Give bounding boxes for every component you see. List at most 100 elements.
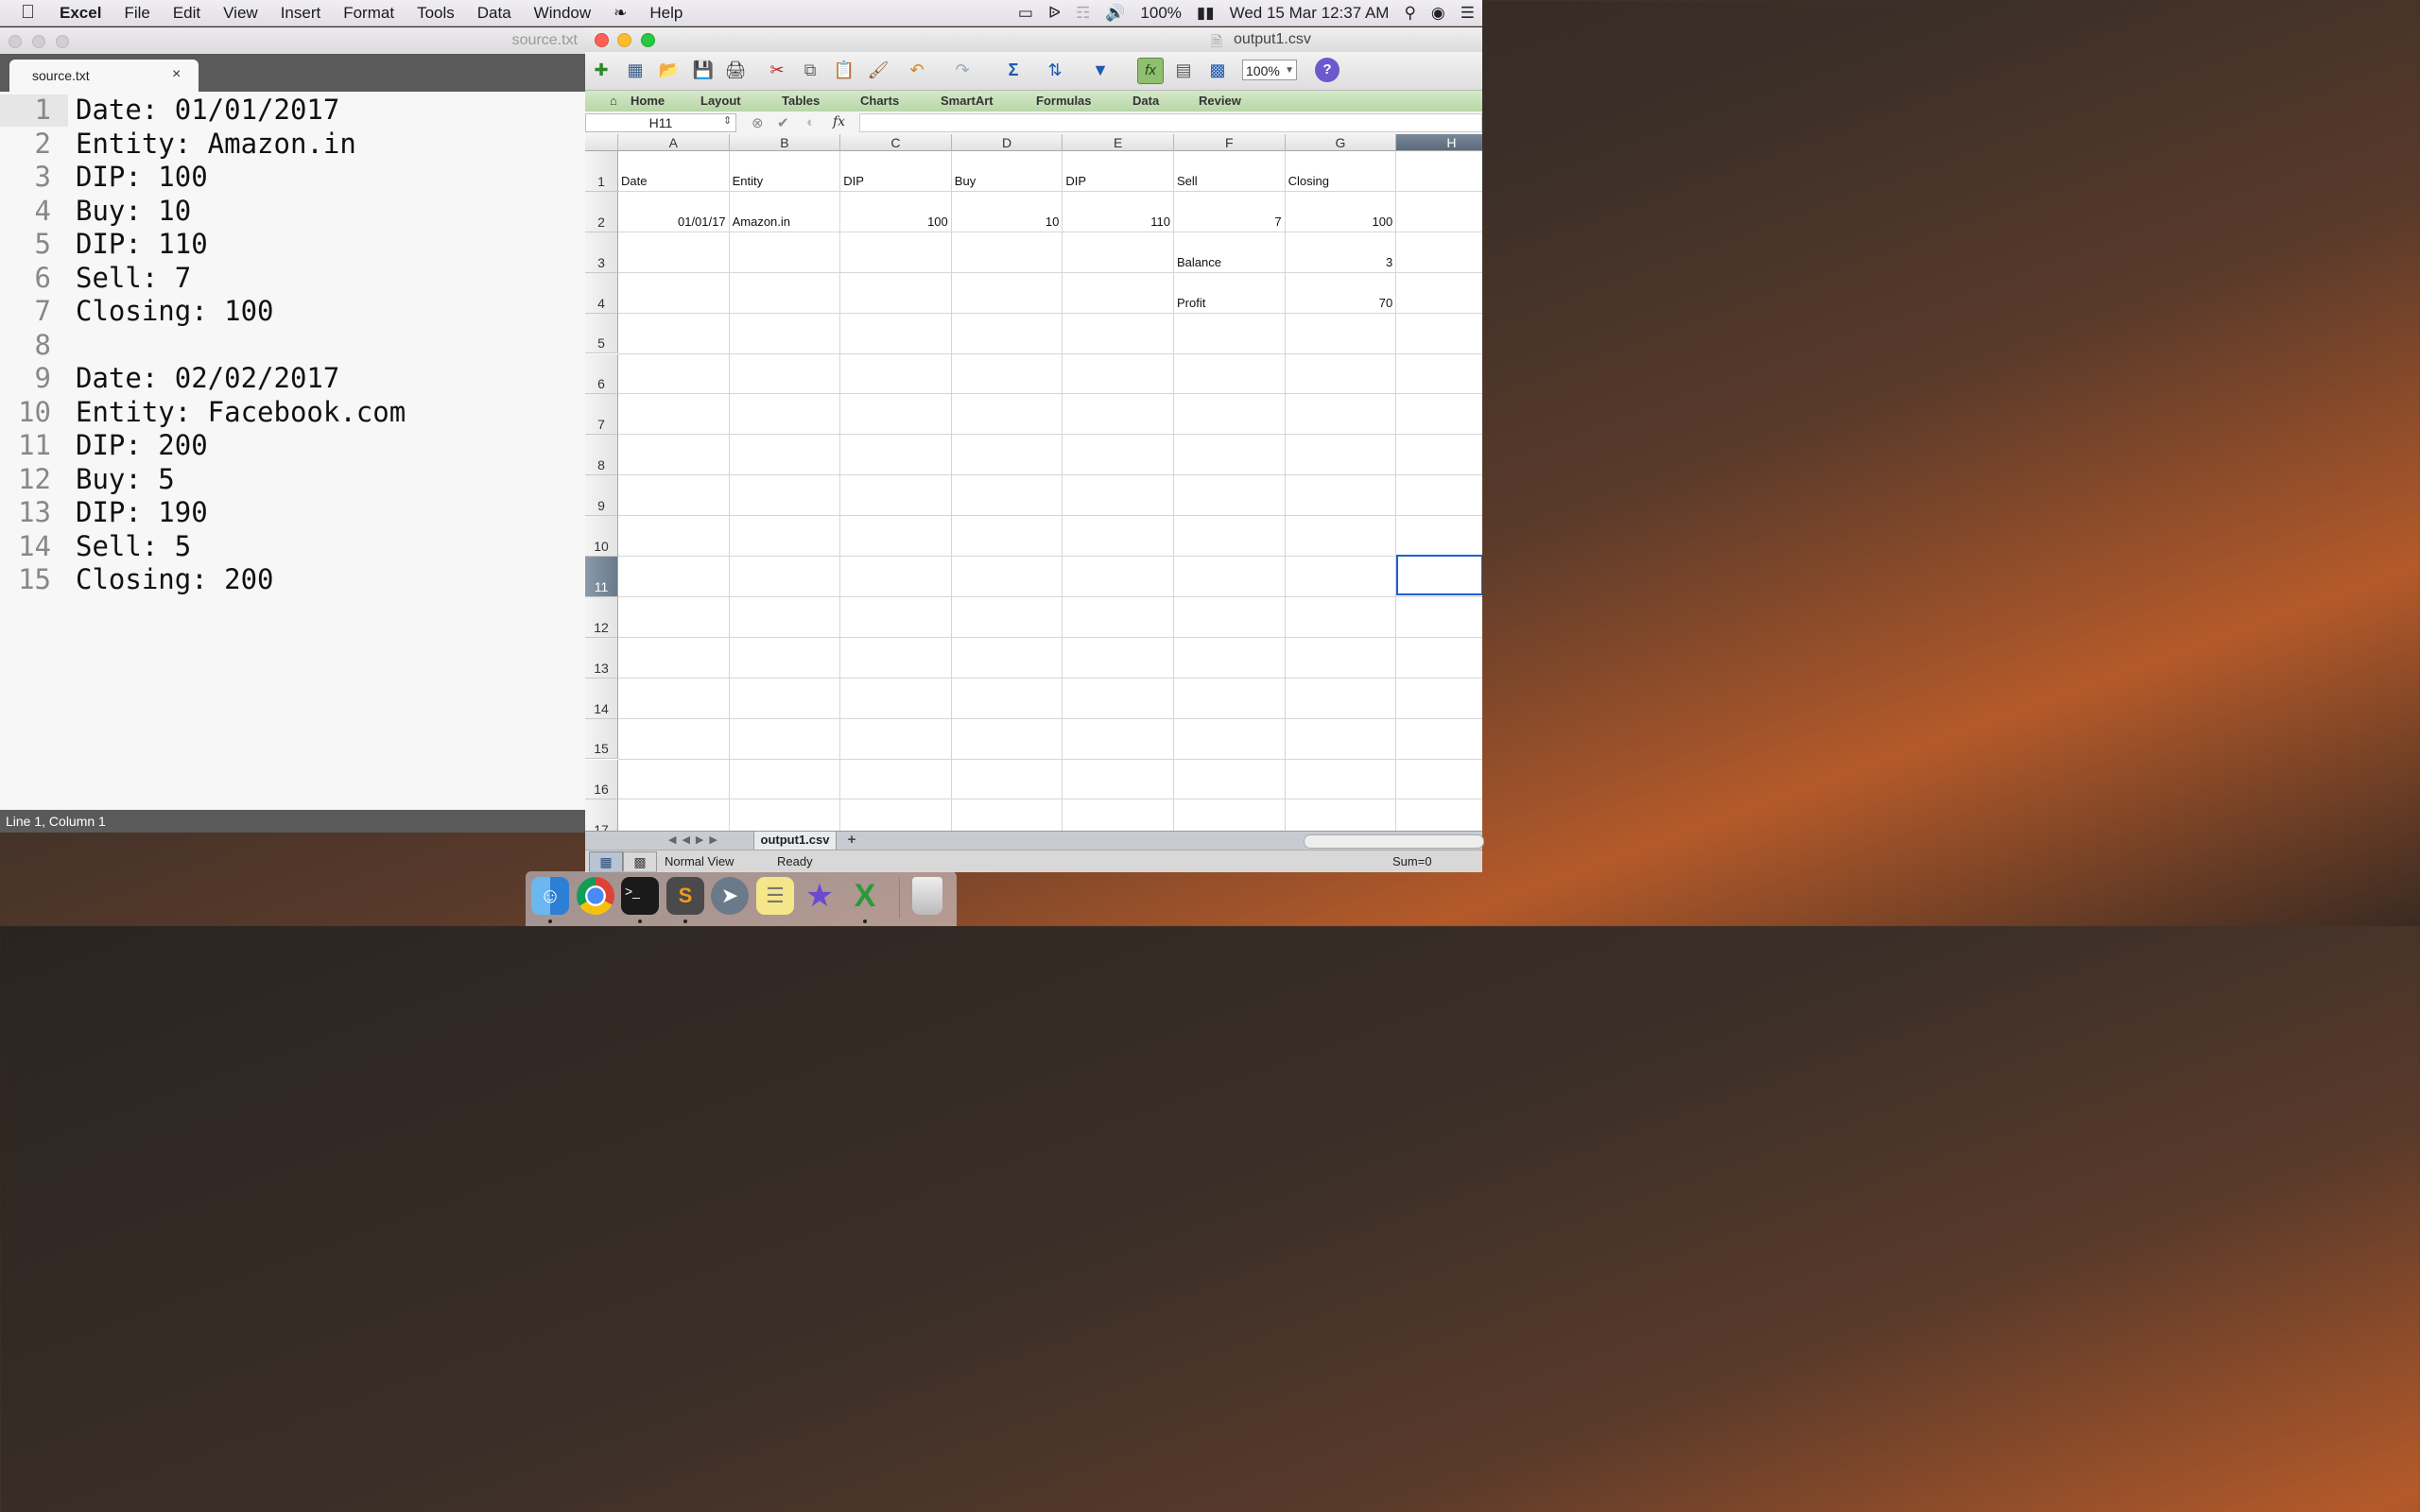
undo-icon[interactable]: ↶ [905, 58, 929, 82]
insert-function-icon[interactable]: ◐ [806, 114, 815, 130]
launchpad-icon[interactable]: ➤ [711, 877, 749, 915]
page-layout-view-icon[interactable]: ▩ [623, 851, 657, 872]
menu-data[interactable]: Data [466, 4, 523, 23]
trash-icon[interactable] [912, 877, 942, 915]
siri-icon[interactable]: ◉ [1424, 4, 1453, 23]
cell-d2[interactable]: 10 [954, 215, 1059, 229]
normal-view-icon[interactable]: ▦ [589, 851, 623, 872]
cell-c1[interactable]: DIP [843, 174, 864, 188]
battery-icon[interactable]: ▮▮ [1189, 4, 1222, 23]
tab-formulas[interactable]: Formulas [1036, 94, 1092, 108]
row-header-17[interactable]: 17 [585, 799, 618, 831]
menu-window[interactable]: Window [523, 4, 602, 23]
excel-title-bar[interactable]: 🗎 output1.csv [585, 27, 1482, 52]
name-box-stepper-icon[interactable]: ⇕ [723, 114, 732, 127]
menu-help[interactable]: Help [638, 4, 694, 23]
templates-icon[interactable]: ▦ [623, 58, 648, 82]
row-header-8[interactable]: 8 [585, 435, 618, 476]
excel-icon[interactable]: X [846, 877, 884, 915]
horizontal-scrollbar[interactable] [1304, 834, 1484, 849]
row-header-1[interactable]: 1 [585, 151, 618, 192]
row-header-14[interactable]: 14 [585, 678, 618, 719]
cell-a1[interactable]: Date [621, 174, 647, 188]
cell-g2[interactable]: 100 [1288, 215, 1392, 229]
gallery-icon[interactable]: ▤ [1171, 58, 1196, 82]
sublime-text-icon[interactable]: S [666, 877, 704, 915]
row-header-3[interactable]: 3 [585, 232, 618, 273]
column-header-a[interactable]: A [618, 134, 730, 151]
cut-icon[interactable]: ✂ [765, 58, 789, 82]
save-icon[interactable]: 💾 [691, 58, 716, 82]
cell-g4[interactable]: 70 [1288, 296, 1392, 310]
cell-a2[interactable]: 01/01/17 [620, 215, 726, 229]
row-header-9[interactable]: 9 [585, 475, 618, 517]
bluetooth-icon[interactable]: ᐉ [1041, 4, 1068, 23]
cancel-entry-icon[interactable]: ⊗ [752, 114, 764, 131]
row-header-2[interactable]: 2 [585, 191, 618, 232]
cell-g1[interactable]: Closing [1288, 174, 1329, 188]
column-header-d[interactable]: D [951, 134, 1063, 151]
tab-home[interactable]: Home [631, 94, 665, 108]
spreadsheet-grid[interactable]: ABCDEFGH 1 2 3 4 5 6 7 8 9 10 11 12 13 14 15 16 17 Date E… [585, 134, 1482, 831]
column-header-h[interactable]: H [1396, 134, 1482, 151]
help-icon[interactable]: ? [1315, 58, 1340, 82]
battery-percent[interactable]: 100% [1132, 4, 1188, 23]
menu-insert[interactable]: Insert [269, 4, 333, 23]
sort-icon[interactable]: ⇅ [1043, 58, 1067, 82]
menu-app-name[interactable]: Excel [48, 4, 112, 23]
airplay-icon[interactable]: ▭ [1011, 4, 1041, 23]
column-header-f[interactable]: F [1174, 134, 1286, 151]
wifi-icon[interactable]: ☶ [1068, 4, 1098, 23]
editor-title-bar[interactable]: source.txt [0, 27, 585, 55]
redo-icon[interactable]: ↷ [950, 58, 975, 82]
menu-file[interactable]: File [112, 4, 161, 23]
cell-b1[interactable]: Entity [733, 174, 764, 188]
cell-f4[interactable]: Profit [1177, 296, 1205, 310]
clock[interactable]: Wed 15 Mar 12:37 AM [1222, 4, 1397, 23]
tab-tables[interactable]: Tables [782, 94, 820, 108]
name-box[interactable]: H11 [585, 113, 736, 132]
cell-f2[interactable]: 7 [1176, 215, 1281, 229]
formula-builder-icon[interactable]: fx [1137, 58, 1164, 84]
row-header-11[interactable]: 11 [585, 557, 618, 597]
new-document-icon[interactable]: ✚ [589, 58, 614, 82]
apple-icon[interactable]:  [0, 2, 48, 24]
toolbox-icon[interactable]: ▩ [1205, 58, 1230, 82]
editor-tab[interactable]: source.txt × [9, 60, 199, 92]
minimize-window-button[interactable] [32, 35, 45, 48]
filter-icon[interactable]: ▼ [1088, 58, 1113, 82]
sheet-navigation-arrows[interactable]: ◀◀▶▶ [668, 833, 723, 846]
row-header-5[interactable]: 5 [585, 313, 618, 354]
row-header-16[interactable]: 16 [585, 759, 618, 800]
cell-g3[interactable]: 3 [1288, 255, 1392, 269]
row-header-13[interactable]: 13 [585, 637, 618, 679]
zoom-select[interactable]: 100% ▼ [1242, 60, 1297, 80]
zoom-window-button[interactable] [56, 35, 69, 48]
tab-data[interactable]: Data [1132, 94, 1159, 108]
column-header-c[interactable]: C [840, 134, 952, 151]
script-menu-icon[interactable]: ❧ [602, 4, 638, 23]
notification-center-icon[interactable]: ☰ [1453, 4, 1482, 23]
open-icon[interactable]: 📂 [657, 58, 682, 82]
row-header-6[interactable]: 6 [585, 353, 618, 395]
editor-text-area[interactable]: 1 Date: 01/01/2017 2 Entity: Amazon.in 3 DIP:… [0, 92, 585, 810]
zoom-window-button[interactable] [641, 33, 655, 47]
menu-edit[interactable]: Edit [162, 4, 212, 23]
add-sheet-button[interactable]: + [842, 832, 861, 850]
cell-e1[interactable]: DIP [1065, 174, 1086, 188]
cell-f3[interactable]: Balance [1177, 255, 1221, 269]
tab-review[interactable]: Review [1199, 94, 1241, 108]
minimize-window-button[interactable] [617, 33, 631, 47]
selected-cell-h11[interactable] [1396, 555, 1482, 595]
finder-icon[interactable]: ☺ [531, 877, 569, 915]
column-header-b[interactable]: B [729, 134, 841, 151]
terminal-icon[interactable]: >_ [621, 877, 659, 915]
print-icon[interactable]: 🖨 [723, 58, 748, 82]
tab-smartart[interactable]: SmartArt [941, 94, 994, 108]
autosum-icon[interactable]: Σ [1001, 58, 1026, 82]
row-header-15[interactable]: 15 [585, 718, 618, 760]
menu-format[interactable]: Format [332, 4, 406, 23]
row-header-10[interactable]: 10 [585, 516, 618, 557]
chrome-icon[interactable] [577, 877, 614, 915]
cell-d1[interactable]: Buy [955, 174, 976, 188]
